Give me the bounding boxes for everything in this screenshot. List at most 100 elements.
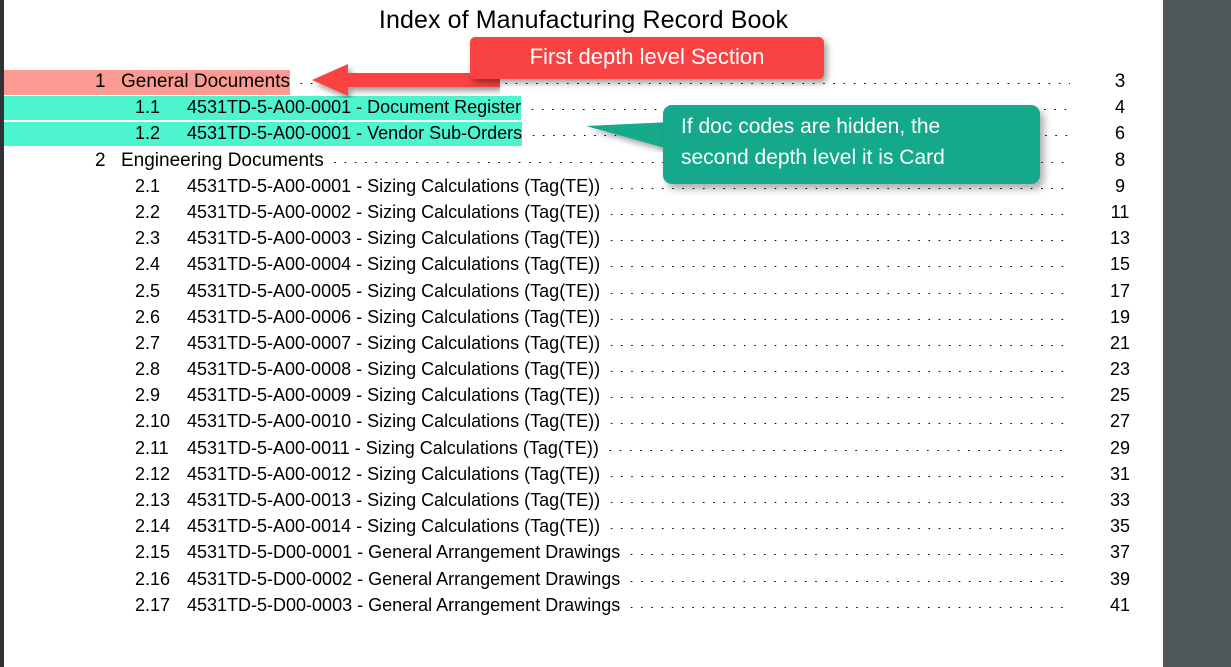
toc-entry-number: 2.1 bbox=[135, 175, 161, 196]
toc-entry-page-number: 13 bbox=[1109, 228, 1131, 249]
toc-row[interactable]: 2.16 4531TD-5-D00-0002 - General Arrangem… bbox=[4, 568, 1163, 594]
toc-dot-leader bbox=[608, 450, 1070, 451]
toc-entry-text: 2.12 4531TD-5-A00-0012 - Sizing Calculati… bbox=[4, 463, 600, 487]
toc-entry-text: 2.1 4531TD-5-A00-0001 - Sizing Calculatio… bbox=[4, 175, 600, 199]
toc-entry-page-number: 25 bbox=[1109, 385, 1131, 406]
toc-dot-leader bbox=[609, 214, 1070, 215]
toc-dot-leader bbox=[609, 423, 1070, 424]
toc-dot-leader bbox=[609, 397, 1070, 398]
viewer-right-pane bbox=[1163, 0, 1231, 667]
toc-entry-text-highlighted: 1.1 4531TD-5-A00-0001 - Document Register bbox=[4, 96, 522, 121]
toc-entry-label: 4531TD-5-A00-0006 - Sizing Calculations … bbox=[187, 306, 601, 327]
toc-entry-text: 2.17 4531TD-5-D00-0003 - General Arrangem… bbox=[4, 594, 620, 618]
toc-entry-label: 4531TD-5-A00-0013 - Sizing Calculations … bbox=[187, 490, 601, 510]
toc-entry-number: 2.13 bbox=[135, 490, 171, 510]
document-page: Index of Manufacturing Record Book 1 Gene… bbox=[4, 0, 1163, 667]
toc-entry-text: 2.6 4531TD-5-A00-0006 - Sizing Calculatio… bbox=[4, 306, 600, 330]
toc-row[interactable]: 2.2 4531TD-5-A00-0002 - Sizing Calculatio… bbox=[4, 201, 1163, 227]
toc-entry-text: 2.2 4531TD-5-A00-0002 - Sizing Calculatio… bbox=[4, 201, 600, 225]
toc-dot-leader bbox=[609, 240, 1070, 241]
toc-entry-label: 4531TD-5-D00-0001 - General Arrangement … bbox=[187, 542, 621, 563]
toc-entry-page-number: 23 bbox=[1109, 359, 1131, 380]
toc-row[interactable]: 2.5 4531TD-5-A00-0005 - Sizing Calculatio… bbox=[4, 280, 1163, 306]
toc-entry-text-highlighted: 1.2 4531TD-5-A00-0001 - Vendor Sub-Orders bbox=[4, 122, 523, 147]
toc-entry-text: 2.9 4531TD-5-A00-0009 - Sizing Calculatio… bbox=[4, 384, 600, 408]
toc-entry-number: 2.12 bbox=[135, 463, 171, 484]
toc-entry-text: 2.7 4531TD-5-A00-0007 - Sizing Calculatio… bbox=[4, 332, 600, 356]
toc-entry-text: 2.8 4531TD-5-A00-0008 - Sizing Calculatio… bbox=[4, 358, 600, 382]
toc-entry-number: 1.2 bbox=[135, 123, 161, 144]
toc-entry-page-number: 39 bbox=[1109, 568, 1131, 589]
toc-row[interactable]: 2.10 4531TD-5-A00-0010 - Sizing Calculati… bbox=[4, 410, 1163, 436]
toc-entry-number: 2.14 bbox=[135, 516, 171, 537]
annotation-red-text: First depth level Section bbox=[529, 44, 765, 69]
toc-row[interactable]: 2.13 4531TD-5-A00-0013 - Sizing Calculati… bbox=[4, 489, 1163, 515]
toc-entry-label: 4531TD-5-A00-0012 - Sizing Calculations … bbox=[187, 463, 601, 484]
toc-dot-leader bbox=[609, 319, 1070, 320]
toc-entry-page-number: 4 bbox=[1114, 97, 1125, 118]
toc-entry-label: 4531TD-5-A00-0008 - Sizing Calculations … bbox=[187, 359, 601, 380]
toc-entry-page-number: 17 bbox=[1109, 280, 1131, 301]
toc-row[interactable]: 2.9 4531TD-5-A00-0009 - Sizing Calculatio… bbox=[4, 384, 1163, 410]
toc-dot-leader bbox=[609, 266, 1070, 267]
toc-dot-leader bbox=[609, 371, 1070, 372]
toc-row[interactable]: 2.3 4531TD-5-A00-0003 - Sizing Calculatio… bbox=[4, 227, 1163, 253]
toc-entry-number: 2.4 bbox=[135, 254, 161, 275]
toc-entry-number: 2 bbox=[95, 149, 106, 171]
toc-entry-page-number: 3 bbox=[1114, 71, 1126, 92]
toc-entry-page-number: 19 bbox=[1109, 306, 1131, 327]
toc-entry-page-number: 33 bbox=[1109, 490, 1131, 510]
toc-dot-leader bbox=[609, 502, 1070, 503]
toc-entry-number: 2.3 bbox=[135, 228, 161, 249]
toc-entry-label: General Documents bbox=[121, 71, 290, 92]
annotation-green-line-1: If doc codes are hidden, the bbox=[681, 115, 941, 138]
toc-dot-leader bbox=[609, 345, 1070, 346]
toc-entry-label: 4531TD-5-A00-0014 - Sizing Calculations … bbox=[187, 516, 601, 537]
toc-row[interactable]: 2.8 4531TD-5-A00-0008 - Sizing Calculatio… bbox=[4, 358, 1163, 384]
toc-entry-number: 2.10 bbox=[135, 411, 171, 432]
toc-entry-number: 2.2 bbox=[135, 201, 161, 222]
toc-row[interactable]: 2.17 4531TD-5-D00-0003 - General Arrangem… bbox=[4, 594, 1163, 620]
toc-entry-page-number: 29 bbox=[1109, 437, 1131, 458]
toc-entry-label: Engineering Documents bbox=[121, 149, 324, 171]
toc-entry-text: 2.10 4531TD-5-A00-0010 - Sizing Calculati… bbox=[4, 410, 600, 434]
toc-dot-leader bbox=[609, 188, 1070, 189]
page-title: Index of Manufacturing Record Book bbox=[378, 6, 789, 34]
toc-row[interactable]: 2.14 4531TD-5-A00-0014 - Sizing Calculati… bbox=[4, 515, 1163, 541]
toc-entry-label: 4531TD-5-A00-0002 - Sizing Calculations … bbox=[187, 201, 601, 222]
toc-row[interactable]: 2.15 4531TD-5-D00-0001 - General Arrangem… bbox=[4, 541, 1163, 567]
toc-entry-page-number: 31 bbox=[1109, 463, 1131, 484]
toc-entry-number: 1.1 bbox=[135, 97, 161, 118]
toc-row[interactable]: 2.7 4531TD-5-A00-0007 - Sizing Calculatio… bbox=[4, 332, 1163, 358]
toc-entry-number: 2.8 bbox=[135, 359, 161, 380]
toc-row[interactable]: 2.4 4531TD-5-A00-0004 - Sizing Calculatio… bbox=[4, 253, 1163, 279]
toc-entry-number: 2.5 bbox=[135, 280, 161, 301]
toc-entry-number: 2.11 bbox=[135, 437, 169, 458]
toc-entry-page-number: 15 bbox=[1109, 254, 1131, 275]
toc-entry-page-number: 11 bbox=[1110, 201, 1130, 222]
toc-entry-text-highlighted: 1 General Documents bbox=[4, 70, 290, 95]
toc-entry-text: 2.4 4531TD-5-A00-0004 - Sizing Calculatio… bbox=[4, 253, 600, 277]
toc-entry-label: 4531TD-5-A00-0009 - Sizing Calculations … bbox=[187, 385, 601, 406]
green-callout-tail-icon bbox=[586, 122, 672, 150]
toc-dot-leader bbox=[609, 293, 1070, 294]
toc-dot-leader bbox=[609, 476, 1070, 477]
toc-entry-page-number: 35 bbox=[1109, 516, 1131, 537]
toc-row[interactable]: 2.12 4531TD-5-A00-0012 - Sizing Calculati… bbox=[4, 463, 1163, 489]
toc-entry-page-number: 6 bbox=[1114, 123, 1125, 144]
toc-row[interactable]: 2.11 4531TD-5-A00-0011 - Sizing Calculati… bbox=[4, 437, 1163, 463]
toc-entry-text: 2.14 4531TD-5-A00-0014 - Sizing Calculati… bbox=[4, 515, 600, 539]
toc-entry-text: 2.16 4531TD-5-D00-0002 - General Arrangem… bbox=[4, 568, 620, 592]
toc-entry-label: 4531TD-5-A00-0007 - Sizing Calculations … bbox=[187, 332, 601, 353]
toc-entry-number: 2.6 bbox=[135, 306, 161, 327]
toc-row[interactable]: 2.6 4531TD-5-A00-0006 - Sizing Calculatio… bbox=[4, 306, 1163, 332]
toc-entry-page-number: 41 bbox=[1109, 594, 1131, 615]
toc-dot-leader bbox=[629, 554, 1070, 555]
toc-entry-label: 4531TD-5-A00-0011 - Sizing Calculations … bbox=[187, 437, 599, 458]
toc-entry-label: 4531TD-5-A00-0005 - Sizing Calculations … bbox=[187, 280, 601, 301]
toc-entry-label: 4531TD-5-A00-0004 - Sizing Calculations … bbox=[187, 254, 601, 275]
annotation-green-line-2: second depth level it is Card bbox=[681, 146, 945, 169]
toc-dot-leader bbox=[629, 607, 1070, 608]
toc-entry-label: 4531TD-5-A00-0001 - Document Register bbox=[187, 97, 522, 118]
toc-entry-page-number: 27 bbox=[1109, 411, 1131, 432]
